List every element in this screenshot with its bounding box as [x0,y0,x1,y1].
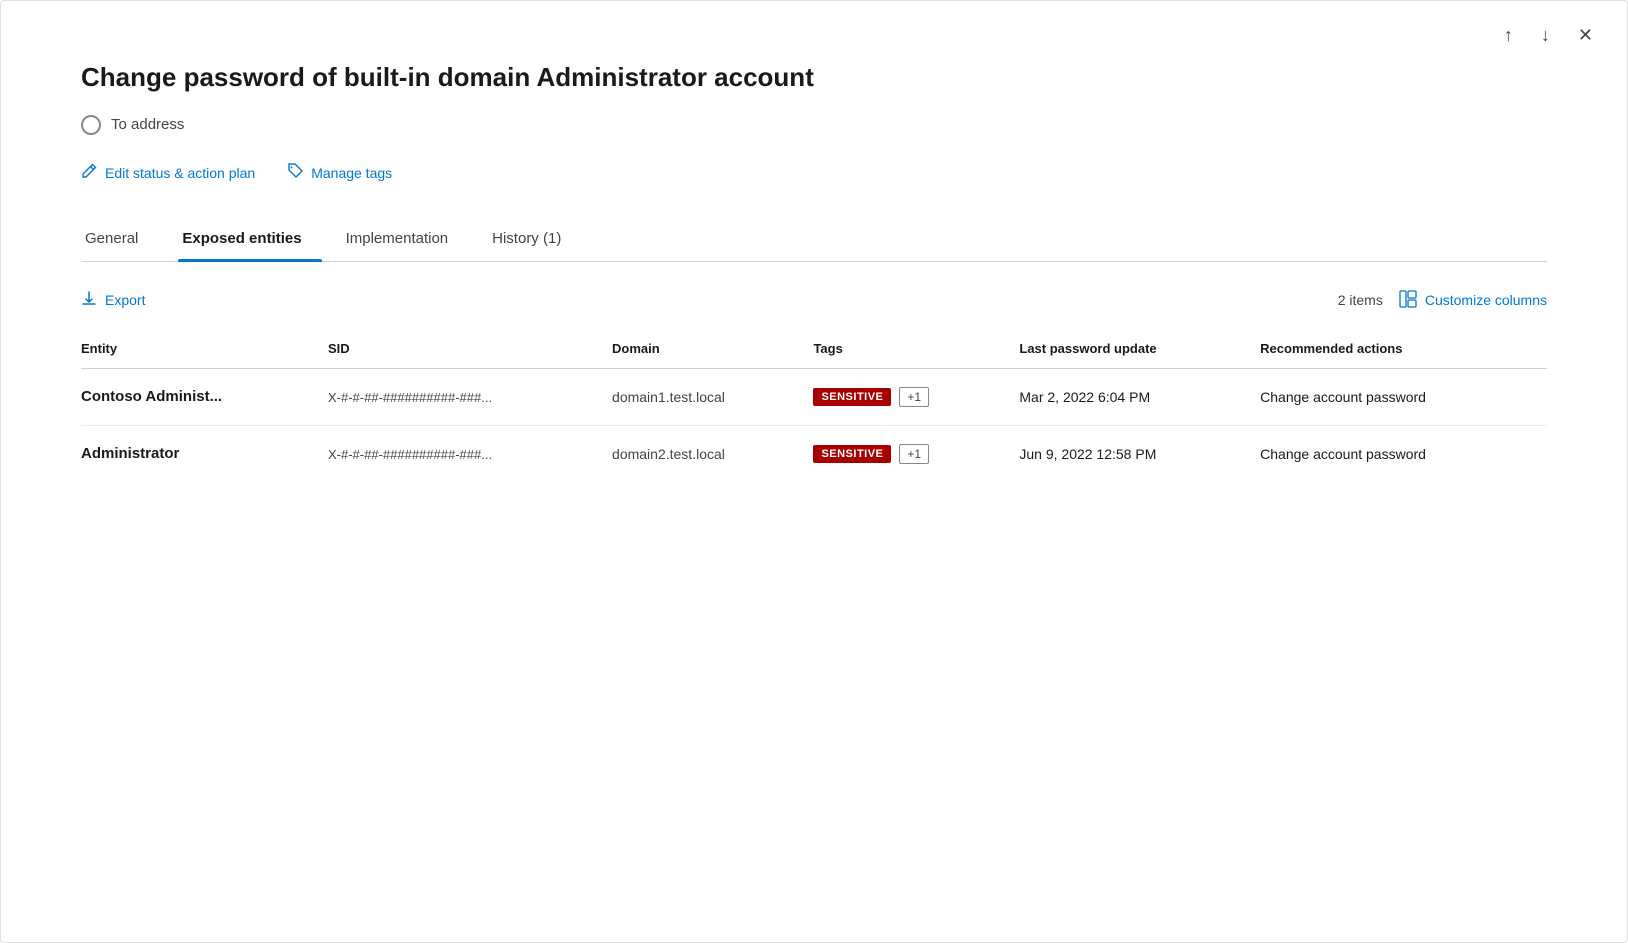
down-arrow-icon: ↓ [1541,25,1550,46]
tab-exposed-entities[interactable]: Exposed entities [178,220,321,261]
items-count: 2 items [1338,292,1383,308]
customize-columns-button[interactable]: Customize columns [1399,290,1547,311]
table-row: Administrator X-#-#-##-##########-###...… [81,425,1547,482]
up-arrow-icon: ↑ [1504,25,1513,46]
col-header-last-password-update: Last password update [1019,331,1260,369]
col-header-domain: Domain [612,331,813,369]
col-header-entity: Entity [81,331,328,369]
tab-general[interactable]: General [81,220,158,261]
manage-tags-button[interactable]: Manage tags [287,163,392,184]
entities-table: Entity SID Domain Tags Last password upd… [81,331,1547,482]
main-panel: ↑ ↓ ✕ Change password of built-in domain… [0,0,1628,943]
plus-badge-1: +1 [899,387,929,407]
customize-columns-icon [1399,290,1417,311]
cell-tags-1: SENSITIVE +1 [813,368,1019,425]
plus-badge-2: +1 [899,444,929,464]
tab-implementation[interactable]: Implementation [342,220,469,261]
circle-icon [81,115,101,135]
sensitive-badge-1: SENSITIVE [813,388,891,406]
cell-sid-1: X-#-#-##-##########-###... [328,368,612,425]
col-header-recommended-actions: Recommended actions [1260,331,1547,369]
col-header-sid: SID [328,331,612,369]
toolbar-right: 2 items Customize columns [1338,290,1547,311]
customize-columns-label: Customize columns [1425,292,1547,308]
to-address-label: To address [111,116,184,133]
top-controls: ↑ ↓ ✕ [1500,21,1597,50]
cell-entity-1: Contoso Administ... [81,368,328,425]
pencil-icon [81,163,97,184]
export-icon [81,291,97,310]
export-button[interactable]: Export [81,291,145,310]
toolbar-left: Export [81,291,145,310]
cell-rec-action-2: Change account password [1260,425,1547,482]
toolbar: Export 2 items Customize columns [81,290,1547,311]
tag-icon [287,163,303,184]
action-buttons-row: Edit status & action plan Manage tags [81,163,1547,184]
navigate-up-button[interactable]: ↑ [1500,21,1517,50]
edit-status-button[interactable]: Edit status & action plan [81,163,255,184]
table-header-row: Entity SID Domain Tags Last password upd… [81,331,1547,369]
export-label: Export [105,292,145,308]
navigate-down-button[interactable]: ↓ [1537,21,1554,50]
manage-tags-label: Manage tags [311,165,392,181]
sensitive-badge-2: SENSITIVE [813,445,891,463]
table-row: Contoso Administ... X-#-#-##-##########-… [81,368,1547,425]
tab-history[interactable]: History (1) [488,220,581,261]
cell-tags-2: SENSITIVE +1 [813,425,1019,482]
cell-domain-1: domain1.test.local [612,368,813,425]
page-title: Change password of built-in domain Admin… [81,61,1547,95]
cell-domain-2: domain2.test.local [612,425,813,482]
col-header-tags: Tags [813,331,1019,369]
tabs-container: General Exposed entities Implementation … [81,220,1547,262]
to-address-row: To address [81,115,1547,135]
cell-rec-action-1: Change account password [1260,368,1547,425]
cell-sid-2: X-#-#-##-##########-###... [328,425,612,482]
cell-entity-2: Administrator [81,425,328,482]
edit-status-label: Edit status & action plan [105,165,255,181]
close-icon: ✕ [1578,25,1593,46]
cell-last-update-1: Mar 2, 2022 6:04 PM [1019,368,1260,425]
close-button[interactable]: ✕ [1574,21,1597,50]
cell-last-update-2: Jun 9, 2022 12:58 PM [1019,425,1260,482]
